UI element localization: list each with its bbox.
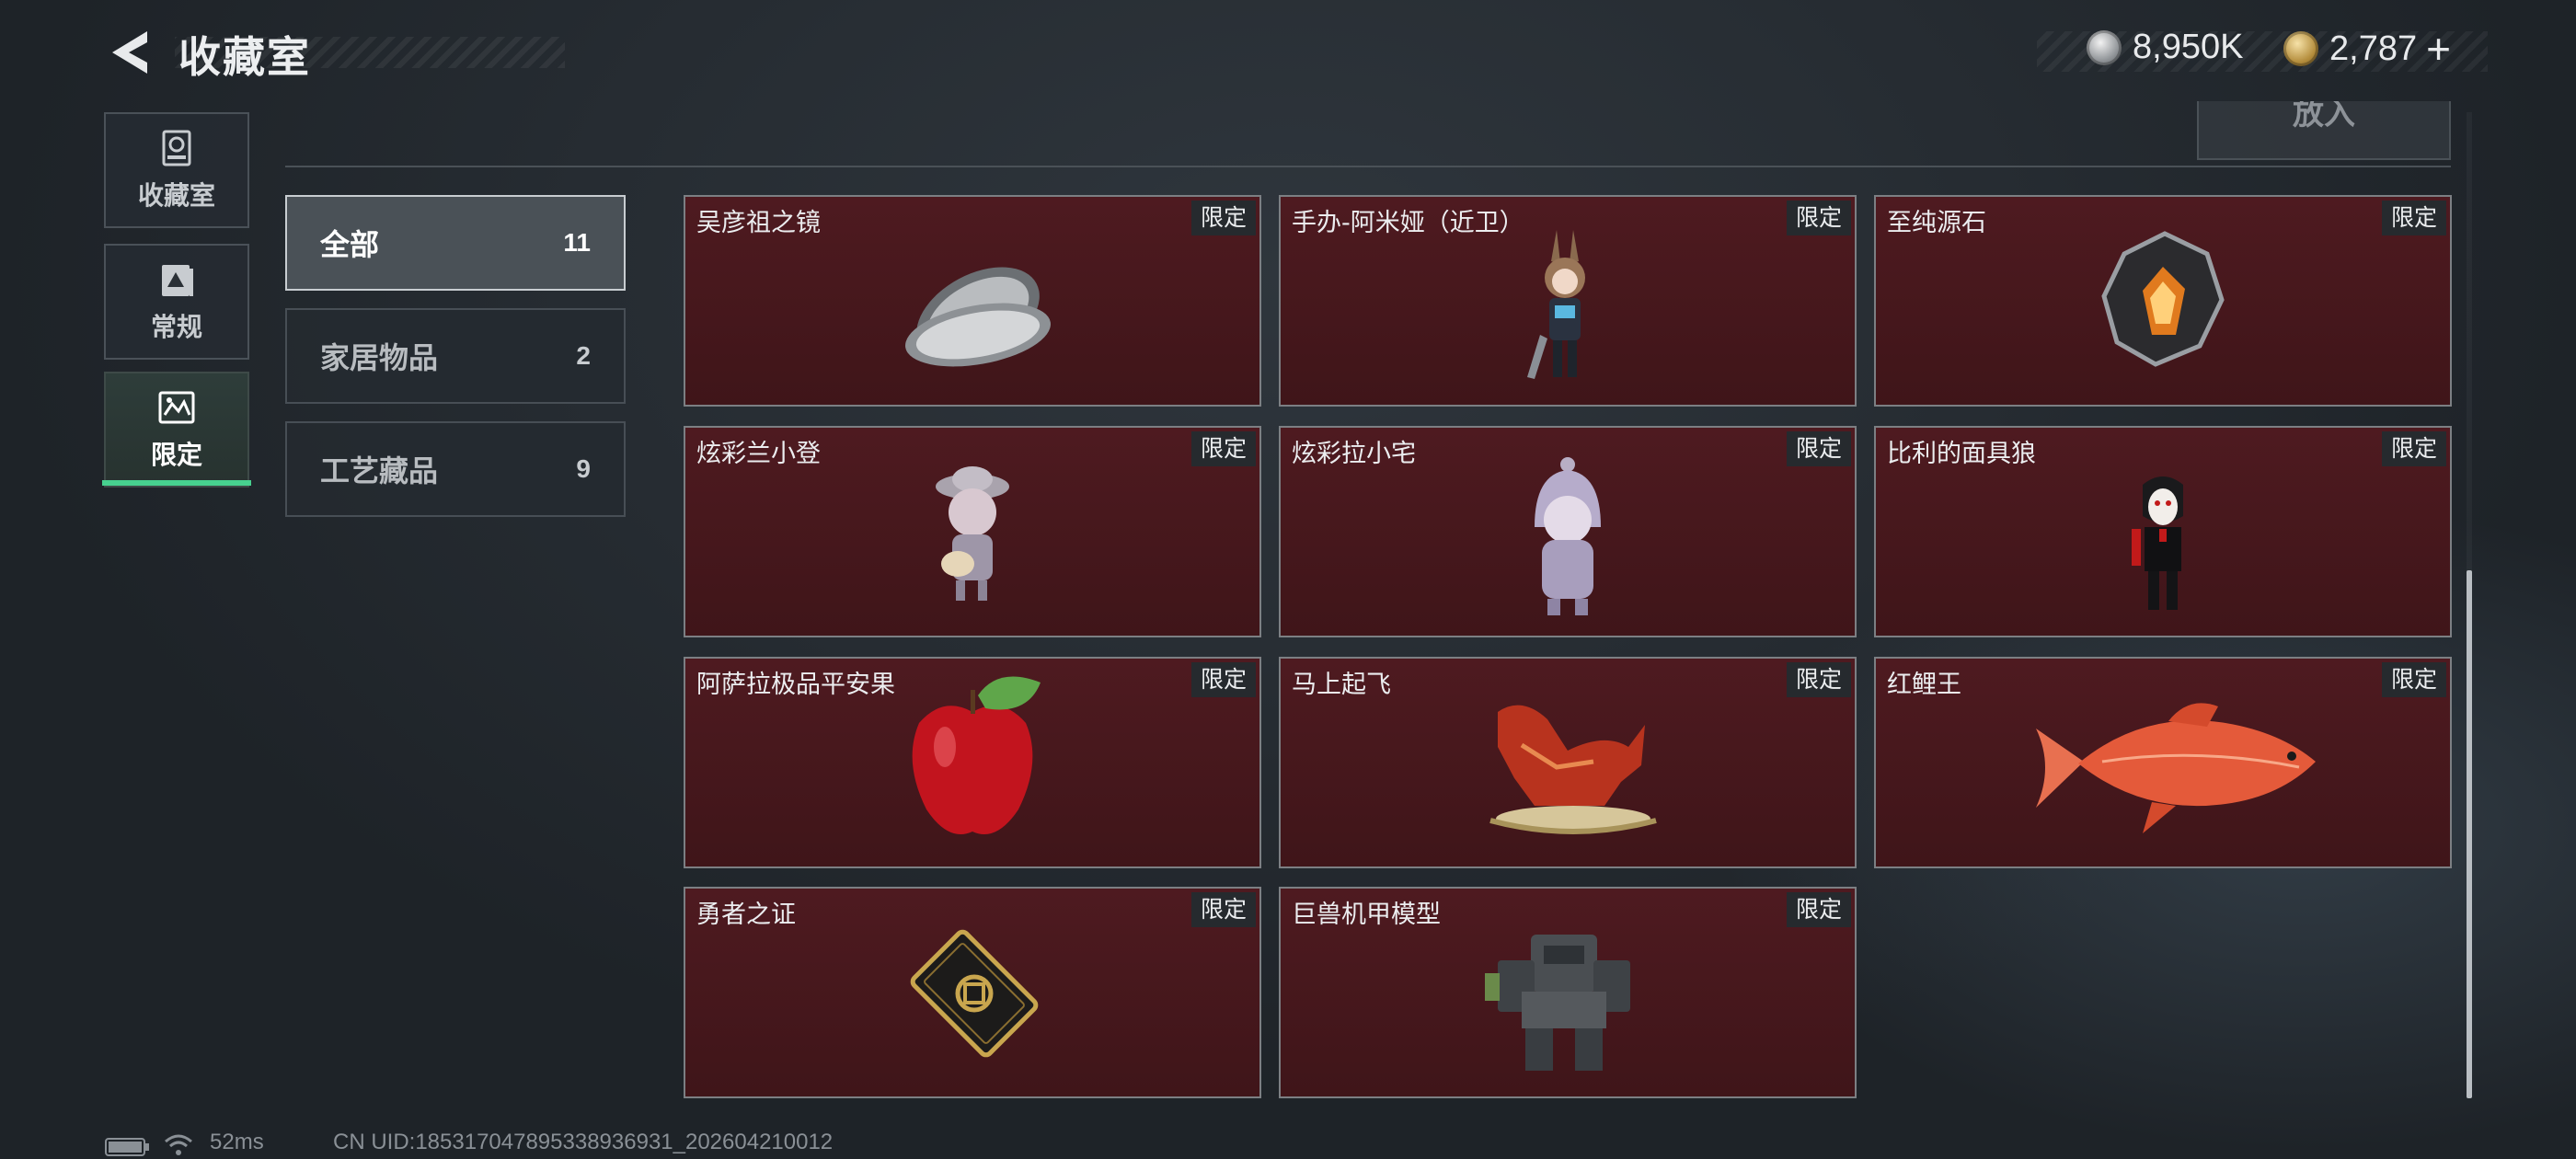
item-card[interactable]: 阿萨拉极品平安果 限定 <box>684 657 1261 868</box>
limited-badge: 限定 <box>1191 431 1256 466</box>
gold-currency: 2,787 + <box>2283 28 2451 70</box>
item-card[interactable]: 比利的面具狼 限定 <box>1874 426 2452 637</box>
nav-label: 限定 <box>150 440 202 470</box>
item-card[interactable]: 手办-阿米娅（近卫） 限定 <box>1279 195 1857 407</box>
limited-badge: 限定 <box>1787 431 1851 466</box>
place-button[interactable]: 放入 <box>2197 101 2451 160</box>
header: 收藏室 8,950K 2,787 + <box>0 0 2576 101</box>
category-label: 全部 <box>320 227 380 262</box>
uid-text: CN UID:185317047895338936931_20260421001… <box>333 1130 834 1154</box>
page-title: 收藏室 <box>178 32 311 82</box>
nav-collection-room[interactable]: 收藏室 <box>104 112 249 228</box>
item-card[interactable]: 吴彦祖之镜 限定 <box>684 195 1261 407</box>
limited-badge: 限定 <box>1787 662 1851 697</box>
limited-badge: 限定 <box>2382 662 2446 697</box>
category-count: 2 <box>576 341 591 370</box>
limited-badge: 限定 <box>1191 892 1256 927</box>
back-arrow-icon[interactable] <box>103 26 155 79</box>
item-name: 比利的面具狼 <box>1887 440 2036 468</box>
limited-icon <box>158 391 195 424</box>
nav-label: 收藏室 <box>137 180 215 211</box>
regular-icon <box>162 265 193 296</box>
silver-coin-icon <box>2087 29 2122 65</box>
limited-badge: 限定 <box>1787 892 1851 927</box>
gold-coin-icon <box>2283 31 2318 66</box>
item-name: 吴彦祖之镜 <box>696 209 821 237</box>
item-name: 炫彩兰小登 <box>696 440 821 468</box>
item-name: 马上起飞 <box>1292 671 1391 699</box>
place-button-label: 放入 <box>2293 101 2355 132</box>
category-all[interactable]: 全部 11 <box>285 195 626 291</box>
item-card[interactable]: 红鲤王 限定 <box>1874 657 2452 868</box>
silver-amount: 8,950K <box>2133 28 2244 66</box>
limited-badge: 限定 <box>1191 201 1256 235</box>
limited-badge: 限定 <box>2382 431 2446 466</box>
add-currency-button[interactable]: + <box>2426 28 2451 70</box>
item-name: 炫彩拉小宅 <box>1292 440 1416 468</box>
category-label: 工艺藏品 <box>320 453 439 488</box>
item-card[interactable]: 马上起飞 限定 <box>1279 657 1857 868</box>
wifi-icon <box>165 1134 192 1155</box>
category-craft-collectibles[interactable]: 工艺藏品 9 <box>285 421 626 517</box>
item-name: 阿萨拉极品平安果 <box>696 671 895 699</box>
item-name: 巨兽机甲模型 <box>1292 901 1441 929</box>
carp-icon <box>2036 703 2316 833</box>
scrollbar-thumb[interactable] <box>2467 570 2472 1098</box>
item-card[interactable]: 勇者之证 限定 <box>684 887 1261 1098</box>
nav-label: 常规 <box>150 312 202 342</box>
item-card[interactable]: 炫彩兰小登 限定 <box>684 426 1261 637</box>
item-card[interactable]: 至纯源石 限定 <box>1874 195 2452 407</box>
item-name: 至纯源石 <box>1887 209 1986 237</box>
item-name: 勇者之证 <box>696 901 796 929</box>
limited-badge: 限定 <box>2382 201 2446 235</box>
category-count: 9 <box>576 454 591 483</box>
item-card[interactable]: 巨兽机甲模型 限定 <box>1279 887 1857 1098</box>
gold-amount: 2,787 <box>2329 29 2418 68</box>
limited-badge: 限定 <box>1191 662 1256 697</box>
silver-currency: 8,950K <box>2087 28 2243 67</box>
limited-badge: 限定 <box>1787 201 1851 235</box>
nav-active-indicator <box>102 480 251 486</box>
nav-regular[interactable]: 常规 <box>104 244 249 360</box>
item-card[interactable]: 炫彩拉小宅 限定 <box>1279 426 1857 637</box>
content-divider <box>285 166 2451 167</box>
nav-limited[interactable]: 限定 <box>104 372 249 488</box>
ping-value: 52ms <box>210 1130 264 1154</box>
battery-icon <box>105 1138 149 1156</box>
category-count: 11 <box>563 228 591 257</box>
collection-room-icon <box>162 130 191 166</box>
item-name: 红鲤王 <box>1887 671 1961 699</box>
category-home-items[interactable]: 家居物品 2 <box>285 308 626 404</box>
item-name: 手办-阿米娅（近卫） <box>1292 209 1524 237</box>
category-label: 家居物品 <box>320 340 439 375</box>
